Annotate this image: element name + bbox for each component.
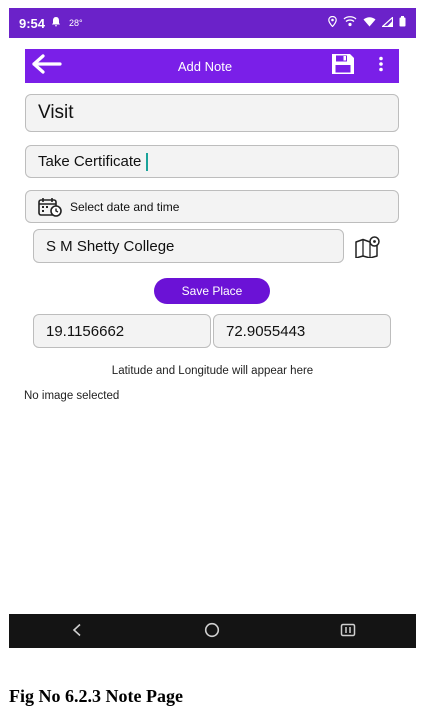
more-vertical-icon <box>378 56 384 77</box>
battery-icon <box>399 16 406 30</box>
latlng-hint: Latitude and Longitude will appear here <box>111 365 314 377</box>
place-input-value: S M Shetty College <box>46 237 175 255</box>
text-cursor <box>146 152 149 171</box>
date-time-label: Select date and time <box>70 199 180 214</box>
calendar-clock-icon <box>38 197 62 217</box>
map-pin-button[interactable] <box>355 236 381 259</box>
status-bar: 9:54 28° <box>9 8 416 38</box>
nav-home-button[interactable] <box>182 622 242 641</box>
nav-home-icon <box>204 622 220 641</box>
nav-recents-button[interactable] <box>318 623 378 640</box>
nav-back-button[interactable] <box>47 623 107 640</box>
arrow-left-icon <box>32 53 62 79</box>
phone-screen: 9:54 28° Add Note Visit Take Certificate… <box>9 8 416 648</box>
nav-recents-icon <box>340 623 356 640</box>
status-icons <box>328 15 406 30</box>
status-time: 9:54 <box>19 15 46 31</box>
page-title: Add Note <box>177 58 233 74</box>
nav-back-icon <box>72 623 82 640</box>
save-place-button[interactable]: Save Place <box>154 278 270 304</box>
image-status: No image selected <box>24 390 120 402</box>
bell-icon <box>51 16 61 30</box>
signal-icon <box>380 15 394 30</box>
place-input[interactable]: S M Shetty College <box>33 229 344 263</box>
status-temperature: 28° <box>69 18 83 28</box>
longitude-field[interactable]: 72.9055443 <box>213 314 391 348</box>
description-input-value: Take Certificate <box>38 153 142 170</box>
map-location-icon <box>355 236 381 262</box>
floppy-disk-icon <box>331 53 355 80</box>
system-nav-bar <box>9 614 416 648</box>
description-input[interactable]: Take Certificate <box>25 145 399 178</box>
longitude-value: 72.9055443 <box>226 322 306 340</box>
figure-caption: Fig No 6.2.3 Note Page <box>9 686 183 706</box>
date-time-picker[interactable]: Select date and time <box>25 190 399 223</box>
title-input-value: Visit <box>38 102 74 123</box>
app-bar: Add Note <box>25 49 399 83</box>
save-button[interactable] <box>323 53 363 80</box>
wifi-icon <box>363 16 376 30</box>
title-input[interactable]: Visit <box>25 94 399 132</box>
location-icon <box>328 15 337 30</box>
more-options-button[interactable] <box>363 56 399 77</box>
back-button[interactable] <box>25 53 69 79</box>
latitude-value: 19.1156662 <box>46 322 125 340</box>
wifi-calling-icon <box>343 16 357 30</box>
latitude-field[interactable]: 19.1156662 <box>33 314 211 348</box>
